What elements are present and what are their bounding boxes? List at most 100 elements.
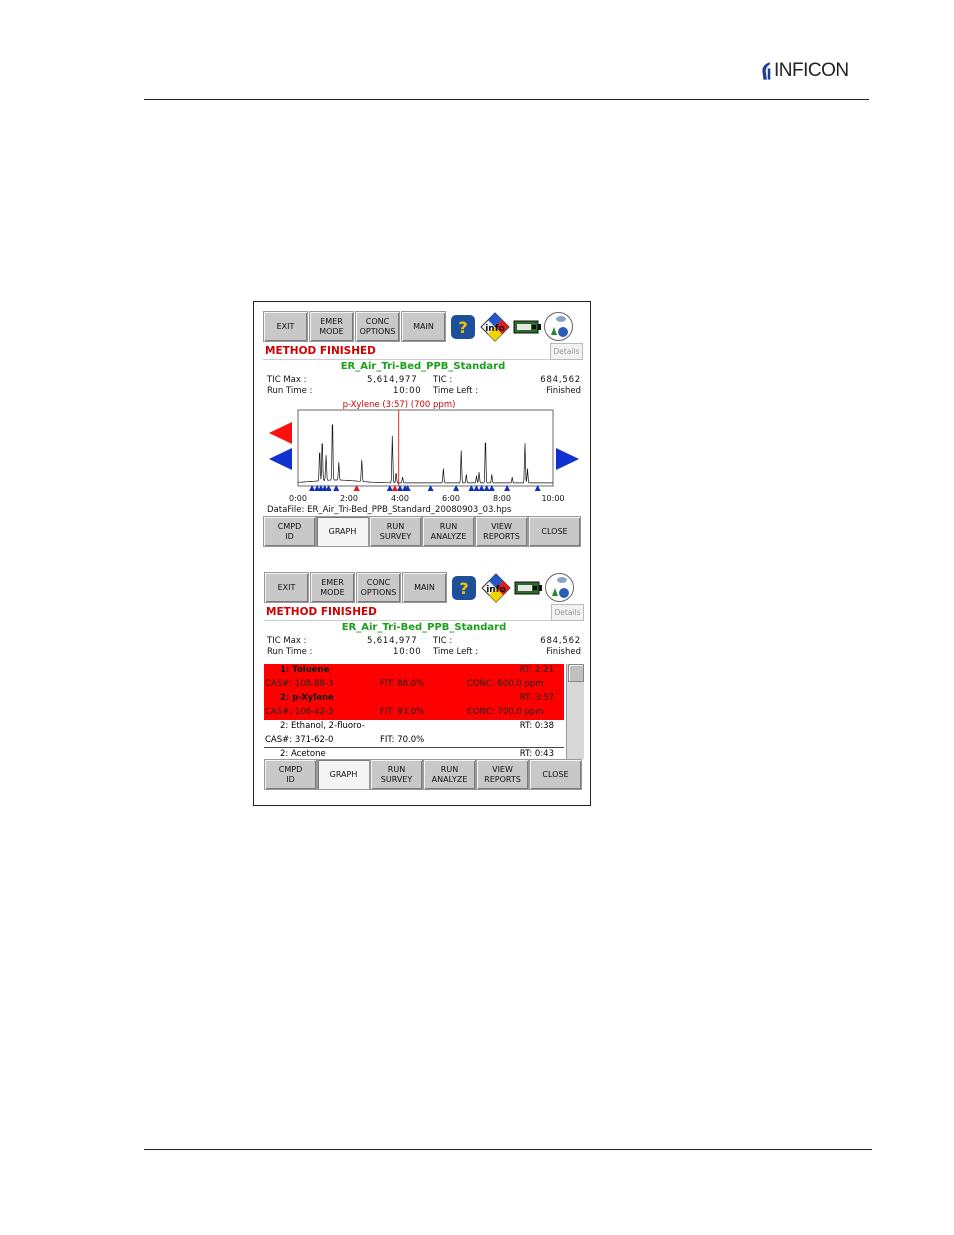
view-reports-button[interactable]: VIEW REPORTS	[476, 759, 529, 790]
run-survey-button[interactable]: RUN SURVEY	[370, 759, 423, 790]
details-button[interactable]: Details	[550, 343, 583, 360]
gas-network-icon[interactable]	[543, 311, 574, 342]
list-screen: EXIT EMER MODE CONC OPTIONS MAIN ? info …	[264, 572, 584, 790]
view-reports-button[interactable]: VIEW REPORTS	[475, 516, 528, 547]
info-icon[interactable]: info	[479, 311, 510, 342]
cmpd-id-button[interactable]: CMPD ID	[264, 759, 317, 790]
svg-text:?: ?	[459, 579, 468, 598]
emer-mode-button[interactable]: EMER MODE	[309, 311, 354, 342]
compound-name: 2: Acetone	[280, 749, 326, 759]
header-rule	[144, 99, 869, 100]
conc-options-button[interactable]: CONC OPTIONS	[355, 311, 400, 342]
status-row: METHOD FINISHED Details	[264, 603, 584, 621]
svg-text:info: info	[486, 585, 506, 595]
list-item[interactable]: CAS#: 371-62-0 FIT: 70.0%	[264, 734, 564, 748]
chromatogram-chart: p-Xylene (3:57) (700 ppm) 0:00 2:00 4:00 6:…	[269, 400, 579, 503]
bottom-toolbar: CMPD ID GRAPH RUN SURVEY RUN ANALYZE VIE…	[264, 759, 584, 790]
scroll-thumb[interactable]	[568, 664, 584, 682]
battery-icon[interactable]	[512, 572, 543, 603]
run-analyze-button[interactable]: RUN ANALYZE	[423, 759, 476, 790]
compound-list[interactable]: 1: Toluene RT: 2:21 CAS#: 108-88-3 FIT: …	[264, 664, 584, 759]
screenshot-frame: EXIT EMER MODE CONC OPTIONS MAIN ? info …	[253, 301, 591, 806]
compound-name: 2: Ethanol, 2-fluoro-	[280, 721, 365, 731]
x-tick-label: 0:00	[289, 494, 307, 503]
tic-label: TIC :	[433, 636, 453, 646]
svg-text:info: info	[485, 324, 505, 334]
run-analyze-button[interactable]: RUN ANALYZE	[422, 516, 475, 547]
main-button[interactable]: MAIN	[402, 572, 447, 603]
run-time-value: 10:00	[393, 386, 422, 396]
footer-rule	[144, 1149, 872, 1150]
emer-mode-button[interactable]: EMER MODE	[310, 572, 355, 603]
compound-rt: RT: 0:43	[519, 749, 554, 759]
x-tick-label: 6:00	[442, 494, 460, 503]
compound-cas: CAS#: 371-62-0	[265, 735, 334, 745]
x-tick-label: 4:00	[391, 494, 409, 503]
gas-network-icon[interactable]	[544, 572, 575, 603]
time-left-value: Finished	[546, 386, 581, 396]
close-button[interactable]: CLOSE	[528, 516, 581, 547]
compound-rt: RT: 3:57	[519, 693, 554, 703]
graph-button[interactable]: GRAPH	[317, 759, 370, 790]
list-item[interactable]: CAS#: 106-42-3 FIT: 93.0% CONC: 700.0 pp…	[264, 706, 564, 720]
inficon-logo: INFICON	[760, 60, 849, 82]
compound-fit: FIT: 93.0%	[380, 707, 425, 717]
svg-text:?: ?	[458, 318, 467, 337]
compound-name: 2: p-Xylene	[280, 693, 334, 703]
chevron-right-icon[interactable]	[556, 448, 579, 470]
marker-label: p-Xylene (3:57) (700 ppm)	[343, 400, 456, 410]
compound-conc: CONC: 700.0 ppm	[467, 707, 544, 717]
top-toolbar: EXIT EMER MODE CONC OPTIONS MAIN ? info	[264, 572, 584, 603]
x-tick-label: 8:00	[493, 494, 511, 503]
time-left-label: Time Left :	[433, 647, 479, 657]
bottom-toolbar: CMPD ID GRAPH RUN SURVEY RUN ANALYZE VIE…	[263, 516, 583, 547]
tic-max-value: 5,614,977	[367, 636, 418, 646]
chromatogram-area: p-Xylene (3:57) (700 ppm) 0:00 2:00 4:00 6:…	[263, 398, 583, 504]
brand-name: INFICON	[774, 60, 849, 81]
run-survey-button[interactable]: RUN SURVEY	[369, 516, 422, 547]
list-scrollbar[interactable]	[566, 664, 584, 759]
run-info: TIC Max : 5,614,977 TIC : 684,562 Run Ti…	[264, 635, 584, 659]
x-tick-label: 2:00	[340, 494, 358, 503]
top-toolbar: EXIT EMER MODE CONC OPTIONS MAIN ? info	[263, 311, 583, 342]
list-item[interactable]: 2: Ethanol, 2-fluoro- RT: 0:38	[264, 720, 564, 734]
run-time-label: Run Time :	[267, 386, 313, 396]
tic-max-value: 5,614,977	[367, 375, 418, 385]
compound-fit: FIT: 70.0%	[380, 735, 425, 745]
graph-button[interactable]: GRAPH	[316, 516, 369, 547]
info-icon[interactable]: info	[480, 572, 511, 603]
exit-button[interactable]: EXIT	[264, 572, 309, 603]
tic-label: TIC :	[433, 375, 453, 385]
cmpd-id-button[interactable]: CMPD ID	[263, 516, 316, 547]
tic-max-label: TIC Max :	[267, 375, 307, 385]
conc-options-button[interactable]: CONC OPTIONS	[356, 572, 401, 603]
tic-max-label: TIC Max :	[267, 636, 307, 646]
compound-rt: RT: 2:21	[519, 665, 554, 675]
compound-conc: CONC: 600.0 ppm	[467, 679, 544, 689]
details-button[interactable]: Details	[551, 604, 584, 621]
list-item[interactable]: 2: p-Xylene RT: 3:57	[264, 692, 564, 706]
inficon-logo-mark	[762, 62, 771, 80]
plot-frame	[297, 409, 554, 487]
datafile-label: DataFile: ER_Air_Tri-Bed_PPB_Standard_20…	[267, 505, 512, 515]
tic-value: 684,562	[540, 375, 581, 385]
method-name: ER_Air_Tri-Bed_PPB_Standard	[340, 361, 506, 372]
exit-button[interactable]: EXIT	[263, 311, 308, 342]
method-status: METHOD FINISHED	[266, 606, 377, 618]
method-name: ER_Air_Tri-Bed_PPB_Standard	[341, 622, 507, 633]
compound-fit: FIT: 88.0%	[380, 679, 425, 689]
list-item[interactable]: 2: Acetone RT: 0:43	[264, 748, 564, 759]
main-button[interactable]: MAIN	[401, 311, 446, 342]
battery-icon[interactable]	[511, 311, 542, 342]
compound-name: 1: Toluene	[280, 665, 330, 675]
list-item[interactable]: CAS#: 108-88-3 FIT: 88.0% CONC: 600.0 pp…	[264, 678, 564, 692]
list-item[interactable]: 1: Toluene RT: 2:21	[264, 664, 564, 678]
help-icon[interactable]: ?	[448, 572, 479, 603]
time-left-label: Time Left :	[433, 386, 479, 396]
close-button[interactable]: CLOSE	[529, 759, 582, 790]
graph-screen: EXIT EMER MODE CONC OPTIONS MAIN ? info …	[263, 311, 583, 547]
compound-cas: CAS#: 106-42-3	[265, 707, 334, 717]
chevron-left-icon[interactable]	[269, 422, 292, 444]
chevron-left-icon[interactable]	[269, 448, 292, 470]
help-icon[interactable]: ?	[447, 311, 478, 342]
